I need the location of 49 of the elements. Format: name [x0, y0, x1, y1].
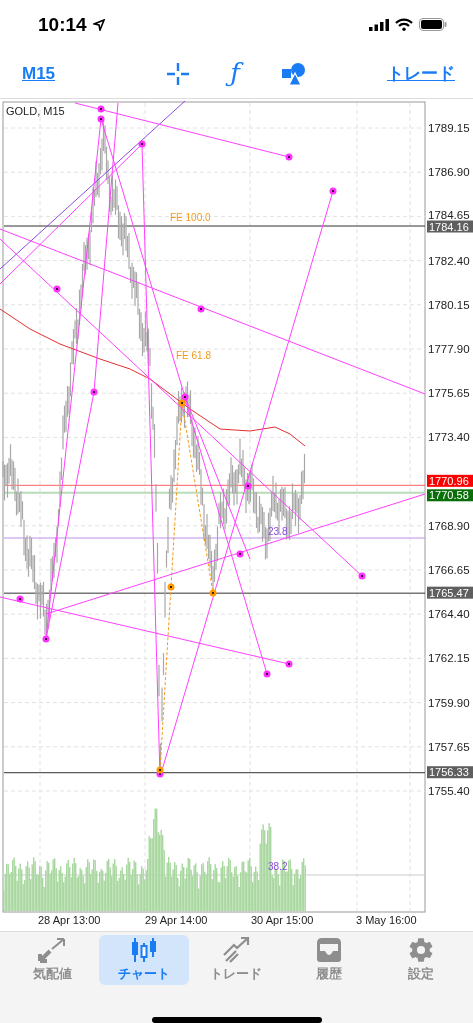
- tab-button[interactable]: トレード: [191, 935, 282, 985]
- time-label: 3 May 16:00: [356, 914, 417, 926]
- price-tag: 1765.47: [427, 586, 473, 599]
- object-label: FE 100.0: [170, 212, 211, 223]
- price-label: 1768.90: [428, 519, 470, 532]
- price-tag: 1756.33: [427, 766, 473, 779]
- arrows-icon: [38, 937, 67, 963]
- tab-button[interactable]: チャート: [99, 935, 190, 985]
- tray-icon: [314, 937, 343, 963]
- price-tag: 1784.16: [427, 220, 473, 233]
- clock-time: 10:14: [38, 13, 87, 36]
- trend-arrow-icon: [222, 937, 251, 963]
- tab-button[interactable]: 履歴: [283, 935, 374, 985]
- candlestick-icon: [130, 937, 159, 963]
- price-label: 1757.65: [428, 740, 470, 753]
- tab-button[interactable]: 気配値: [7, 935, 98, 985]
- object-label: FE 61.8: [176, 350, 212, 361]
- signal-icon: [369, 18, 389, 31]
- tab-button[interactable]: 設定: [375, 935, 466, 985]
- price-label: 1789.15: [428, 122, 470, 134]
- price-label: 1759.90: [428, 696, 470, 709]
- battery-icon: [419, 18, 447, 32]
- price-label: 1762.15: [428, 652, 470, 665]
- crosshair-icon[interactable]: [166, 61, 191, 86]
- time-label: 28 Apr 13:00: [38, 914, 101, 926]
- price-label: 1782.40: [428, 254, 470, 267]
- price-label: 1777.90: [428, 343, 470, 355]
- shapes-icon[interactable]: [281, 62, 306, 85]
- settings-icon: [407, 937, 434, 963]
- time-label: 30 Apr 15:00: [251, 914, 314, 926]
- object-label: 23.8: [268, 526, 288, 537]
- symbol-label: GOLD, M15: [6, 105, 65, 117]
- location-arrow-icon: [92, 18, 105, 31]
- price-label: 1784.65: [428, 209, 470, 221]
- wifi-icon: [395, 18, 413, 32]
- price-label: 1786.90: [428, 166, 470, 179]
- trade-link[interactable]: トレード: [387, 62, 455, 86]
- price-tag: 1770.96: [427, 474, 473, 487]
- timeframe-link[interactable]: M15: [22, 63, 56, 84]
- price-label: 1780.15: [428, 298, 470, 311]
- indicators-button[interactable]: ƒ: [226, 56, 246, 91]
- price-label: 1766.65: [428, 564, 470, 576]
- price-label: 1764.40: [428, 608, 470, 621]
- price-label: 1775.65: [428, 387, 470, 400]
- object-label: 38.2: [268, 861, 288, 872]
- price-tag: 1770.58: [427, 489, 473, 502]
- price-label: 1755.40: [428, 785, 470, 797]
- time-label: 29 Apr 14:00: [145, 914, 208, 926]
- price-label: 1773.40: [428, 431, 470, 444]
